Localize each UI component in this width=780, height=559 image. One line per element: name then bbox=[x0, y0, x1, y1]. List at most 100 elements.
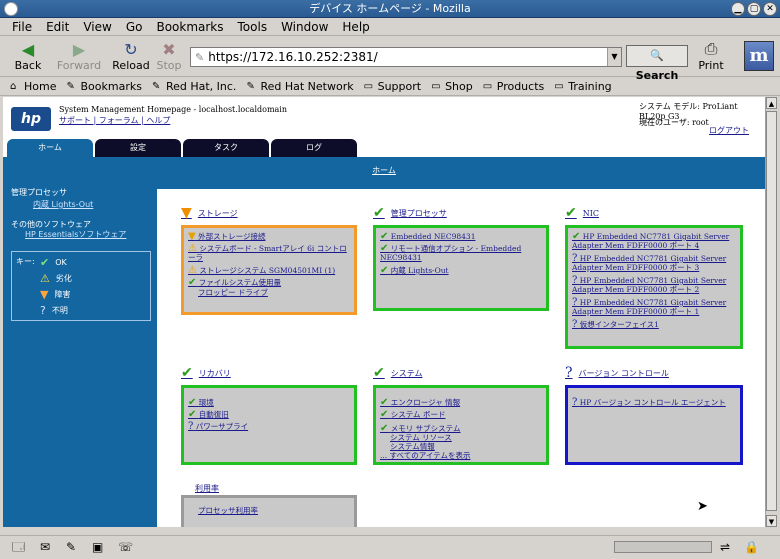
storage-item-external[interactable]: ▼ 外部ストレージ接続 bbox=[188, 232, 265, 242]
group-nic-title[interactable]: ✔ NIC bbox=[565, 205, 599, 221]
security-lock-icon[interactable]: 🔒 bbox=[744, 540, 760, 554]
link-icon: ✎ bbox=[246, 80, 255, 92]
personal-bookmarks[interactable]: ✎ Bookmarks bbox=[66, 78, 141, 95]
personal-products[interactable]: ▭ Products bbox=[483, 78, 545, 95]
util-item-processor[interactable]: プロセッサ利用率 bbox=[198, 506, 258, 515]
tab-settings[interactable]: 設定 bbox=[95, 139, 181, 157]
close-icon[interactable]: ✕ bbox=[763, 2, 777, 16]
recovery-item-env[interactable]: ✔ 環境 bbox=[188, 398, 214, 408]
personal-home[interactable]: ⌂ Home bbox=[10, 78, 56, 95]
minimize-icon[interactable]: ▁ bbox=[731, 2, 745, 16]
tab-home[interactable]: ホーム bbox=[7, 139, 93, 157]
system-item-memory[interactable]: ✔ メモリ サブシステム bbox=[380, 424, 460, 434]
system-item-resources[interactable]: システム リソース bbox=[390, 433, 452, 442]
sidebar-link-ilo[interactable]: 内蔵 Lights-Out bbox=[33, 199, 93, 210]
scroll-thumb[interactable] bbox=[766, 111, 777, 511]
group-mgmt-title[interactable]: ✔ 管理プロセッサ bbox=[373, 205, 447, 221]
system-item-enclosure[interactable]: ✔ エンクロージャ 情報 bbox=[380, 398, 460, 408]
breadcrumb-home[interactable]: ホーム bbox=[3, 165, 765, 176]
url-dropdown-icon[interactable]: ▼ bbox=[607, 48, 621, 66]
smh-title: System Management Homepage - localhost.l… bbox=[59, 105, 288, 114]
back-button[interactable]: ◀ Back bbox=[10, 39, 46, 73]
stop-button[interactable]: ✖ Stop bbox=[154, 39, 184, 73]
menu-go[interactable]: Go bbox=[126, 18, 143, 35]
group-util-title[interactable]: 利用率 bbox=[195, 483, 219, 494]
header-links[interactable]: サポート | フォーラム | ヘルプ bbox=[59, 115, 170, 126]
system-item-info[interactable]: システム情報 bbox=[390, 442, 435, 451]
group-system-box: ✔ エンクロージャ 情報 ✔ システム ボード ✔ メモリ サブシステム システ… bbox=[373, 385, 549, 465]
menu-help[interactable]: Help bbox=[342, 18, 369, 35]
version-item-agent[interactable]: ? HP バージョン コントロール エージェント bbox=[572, 398, 738, 408]
key-ok: OK bbox=[55, 258, 67, 267]
ok-check-icon: ✔ bbox=[40, 256, 50, 269]
recovery-item-asr[interactable]: ✔ 自動復旧 bbox=[188, 410, 229, 420]
mgmt-item-ilo[interactable]: ✔ 内蔵 Lights-Out bbox=[380, 266, 449, 276]
storage-item-system[interactable]: ⚠ ストレージシステム SGM04501MI (1) bbox=[188, 266, 335, 276]
group-system-title[interactable]: ✔ システム bbox=[373, 365, 423, 381]
ok-check-icon: ✔ bbox=[380, 231, 389, 242]
storage-item-floppy[interactable]: フロッピー ドライブ bbox=[198, 288, 268, 297]
personal-support[interactable]: ▭ Support bbox=[364, 78, 421, 95]
maximize-icon[interactable]: ▢ bbox=[747, 2, 761, 16]
forward-button[interactable]: ▶ Forward bbox=[56, 39, 102, 73]
key-unknown: 不明 bbox=[51, 306, 68, 315]
mgmt-item-nec[interactable]: ✔ Embedded NEC98431 bbox=[380, 231, 475, 242]
tab-tasks[interactable]: タスク bbox=[183, 139, 269, 157]
logout-link[interactable]: ログアウト bbox=[709, 125, 749, 136]
url-bar[interactable]: ✎ ▼ bbox=[190, 47, 622, 67]
tab-logs[interactable]: ログ bbox=[271, 139, 357, 157]
hp-logo[interactable]: hp bbox=[11, 107, 51, 131]
storage-item-smartarray[interactable]: ⚠ システムボード - Smartアレイ 6i コントローラ bbox=[188, 244, 352, 263]
personal-training[interactable]: ▭ Training bbox=[554, 78, 611, 95]
print-button[interactable]: ⎙ Print bbox=[694, 39, 728, 72]
storage-item-filesystem[interactable]: ✔ ファイルシステム使用量 bbox=[188, 278, 281, 288]
group-storage-title[interactable]: ▼ ストレージ bbox=[181, 205, 238, 221]
scroll-up-icon[interactable]: ▲ bbox=[766, 97, 777, 109]
irc-icon[interactable]: ☏ bbox=[118, 540, 134, 554]
unknown-icon: ? bbox=[40, 304, 46, 317]
url-input[interactable] bbox=[208, 50, 604, 64]
menu-window[interactable]: Window bbox=[281, 18, 328, 35]
nic-item-port3[interactable]: ? HP Embedded NC7781 Gigabit Server Adap… bbox=[572, 254, 740, 273]
status-content: ▼ ストレージ ▼ 外部ストレージ接続 ⚠ システムボード - Smartアレイ … bbox=[157, 189, 765, 527]
menu-tools[interactable]: Tools bbox=[238, 18, 268, 35]
mail-icon[interactable]: ✉ bbox=[40, 540, 56, 554]
system-item-showall[interactable]: ... すべてのアイテムを表示 bbox=[380, 451, 470, 460]
group-storage-box: ▼ 外部ストレージ接続 ⚠ システムボード - Smartアレイ 6i コントロ… bbox=[181, 225, 357, 315]
mgmt-item-remote[interactable]: ✔ リモート通信オプション - Embedded NEC98431 bbox=[380, 244, 544, 263]
navigator-icon[interactable]: 🗔 bbox=[12, 540, 28, 554]
menu-view[interactable]: View bbox=[83, 18, 111, 35]
sidebar-link-essentials[interactable]: HP Essentialsソフトウェア bbox=[25, 229, 126, 240]
system-item-board[interactable]: ✔ システム ボード bbox=[380, 410, 445, 420]
personal-shop[interactable]: ▭ Shop bbox=[431, 78, 473, 95]
menu-file[interactable]: File bbox=[12, 18, 32, 35]
menu-bookmarks[interactable]: Bookmarks bbox=[156, 18, 223, 35]
mozilla-logo[interactable]: m bbox=[744, 41, 774, 71]
scroll-down-icon[interactable]: ▼ bbox=[766, 515, 777, 527]
group-version-title[interactable]: ? バージョン コントロール bbox=[565, 365, 669, 381]
back-arrow-icon: ◀ bbox=[21, 39, 35, 59]
nic-item-virtual[interactable]: ? 仮想インターフェイス1 bbox=[572, 320, 659, 330]
breadcrumb-bar: ホーム bbox=[3, 157, 765, 189]
personal-rhn[interactable]: ✎ Red Hat Network bbox=[246, 78, 353, 95]
menu-edit[interactable]: Edit bbox=[46, 18, 69, 35]
page-viewport: hp System Management Homepage - localhos… bbox=[3, 97, 765, 527]
search-button[interactable]: 🔍 Search bbox=[626, 45, 688, 82]
nic-item-port2[interactable]: ? HP Embedded NC7781 Gigabit Server Adap… bbox=[572, 276, 740, 295]
nic-item-port1[interactable]: ? HP Embedded NC7781 Gigabit Server Adap… bbox=[572, 298, 740, 317]
group-mgmt-box: ✔ Embedded NEC98431 ✔ リモート通信オプション - Embe… bbox=[373, 225, 549, 311]
progress-bar bbox=[614, 541, 712, 553]
tab-strip: ホーム 設定 タスク ログ bbox=[3, 139, 765, 157]
status-key: キー: ✔ OK ⚠ 劣化 ▼ 障害 ? 不明 bbox=[11, 251, 151, 321]
group-recovery-title[interactable]: ✔ リカバリ bbox=[181, 365, 231, 381]
addressbook-icon[interactable]: ▣ bbox=[92, 540, 108, 554]
window-menu-icon[interactable] bbox=[4, 2, 18, 16]
ok-check-icon: ✔ bbox=[373, 205, 385, 221]
personal-redhat[interactable]: ✎ Red Hat, Inc. bbox=[152, 78, 236, 95]
home-icon: ⌂ bbox=[10, 80, 17, 92]
nic-item-port4[interactable]: ✔ HP Embedded NC7781 Gigabit Server Adap… bbox=[572, 232, 740, 251]
composer-icon[interactable]: ✎ bbox=[66, 540, 82, 554]
vertical-scrollbar[interactable]: ▲ ▼ bbox=[765, 97, 777, 527]
reload-button[interactable]: ↻ Reload bbox=[112, 39, 150, 73]
recovery-item-power[interactable]: ? パワーサプライ bbox=[188, 422, 248, 432]
